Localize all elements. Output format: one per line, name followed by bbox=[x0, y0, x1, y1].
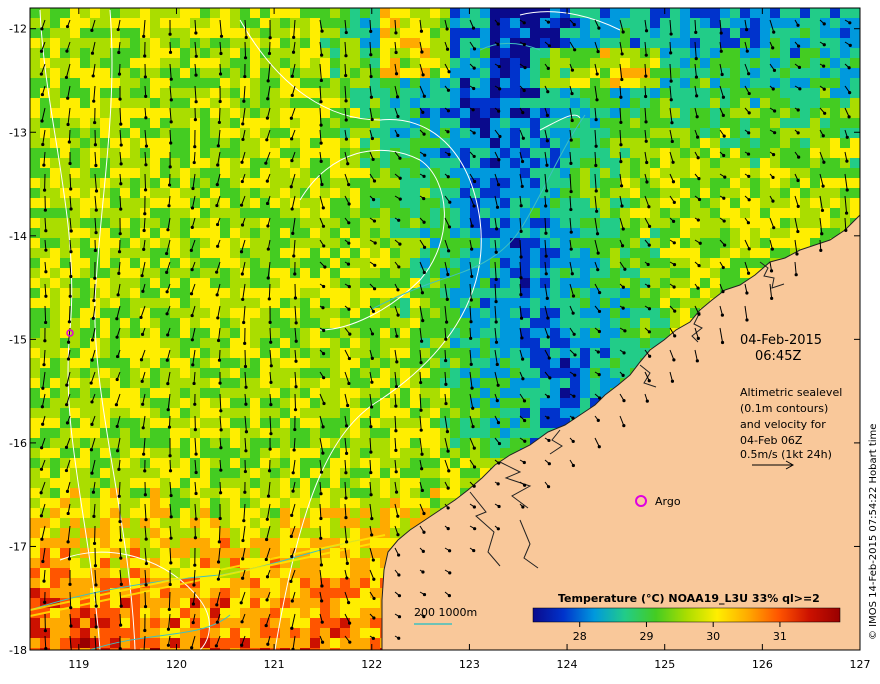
credit-label: © IMOS 14-Feb-2015 07:54:22 Hobart time bbox=[868, 424, 879, 640]
lon-tick-label: 125 bbox=[654, 658, 675, 671]
lon-tick-label: 123 bbox=[459, 658, 480, 671]
altimetry-line-3: and velocity for bbox=[740, 418, 826, 431]
altimetry-line-4: 04-Feb 06Z bbox=[740, 434, 803, 447]
altimetry-line-5: 0.5m/s (1kt 24h) bbox=[740, 448, 832, 461]
lon-tick-label: 119 bbox=[68, 658, 89, 671]
colorbar bbox=[533, 608, 840, 622]
lat-tick-label: -16 bbox=[9, 437, 27, 450]
argo-label: Argo bbox=[655, 495, 681, 508]
sst-map-figure: 119 120 121 122 123 124 125 126 127 -12 -13 -14 -15… bbox=[0, 0, 880, 680]
date-label: 04-Feb-2015 bbox=[740, 333, 822, 348]
colorbar-tick-label: 31 bbox=[773, 630, 787, 643]
colorbar-tick-label: 29 bbox=[639, 630, 653, 643]
lat-tick-label: -14 bbox=[9, 230, 27, 243]
lat-tick-label: -12 bbox=[9, 23, 27, 36]
lon-tick-label: 122 bbox=[361, 658, 382, 671]
lat-tick-label: -18 bbox=[9, 644, 27, 657]
lon-tick-label: 126 bbox=[752, 658, 773, 671]
lon-tick-label: 127 bbox=[850, 658, 871, 671]
altimetry-line-1: Altimetric sealevel bbox=[740, 386, 842, 399]
colorbar-tick-label: 28 bbox=[573, 630, 587, 643]
lon-tick-label: 124 bbox=[557, 658, 578, 671]
lon-tick-label: 121 bbox=[264, 658, 285, 671]
depth-legend-label: 200 1000m bbox=[414, 606, 477, 619]
lat-tick-label: -15 bbox=[9, 333, 27, 346]
colorbar-tick-label: 30 bbox=[706, 630, 720, 643]
time-label: 06:45Z bbox=[755, 349, 801, 364]
lon-tick-label: 120 bbox=[166, 658, 187, 671]
lat-tick-label: -13 bbox=[9, 126, 27, 139]
altimetry-line-2: (0.1m contours) bbox=[740, 402, 828, 415]
colorbar-title: Temperature (°C) NOAA19_L3U 33% ql>=2 bbox=[558, 592, 820, 605]
lat-tick-label: -17 bbox=[9, 540, 27, 553]
